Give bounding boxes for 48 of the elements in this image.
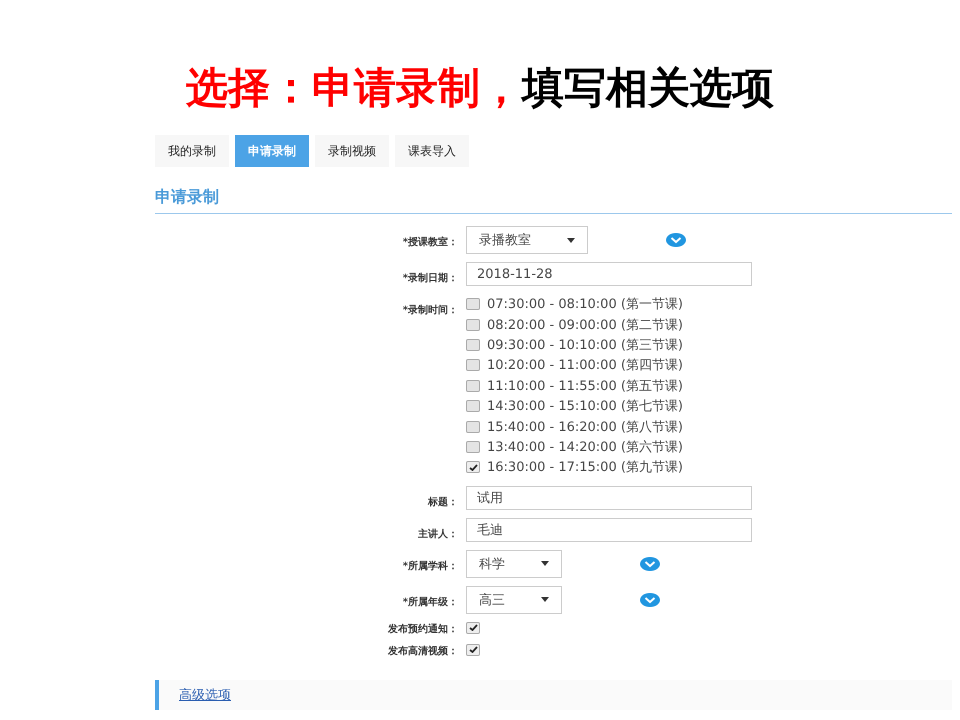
checkbox[interactable] [466, 420, 480, 433]
time-slot-label: 08:20:00 - 09:00:00 (第二节课) [487, 316, 684, 334]
chevron-down-icon[interactable] [666, 233, 686, 247]
checkbox[interactable] [466, 318, 480, 331]
checkbox[interactable] [466, 644, 480, 656]
field-label: 主讲人： [418, 527, 458, 541]
caret-icon [541, 561, 549, 566]
chevron-down-icon[interactable] [640, 592, 660, 607]
dropdown[interactable]: 科学 [466, 550, 562, 578]
field-label: *录制时间： [402, 304, 458, 317]
checkbox[interactable] [466, 400, 480, 412]
field-label: 标题： [428, 496, 458, 509]
time-slot-label: 09:30:00 - 10:10:00 (第三节课) [487, 336, 684, 354]
checkbox[interactable] [466, 622, 480, 634]
dropdown[interactable]: 录播教室 [466, 226, 588, 254]
checkbox[interactable] [466, 440, 480, 453]
field-label: *所属学科： [402, 560, 458, 573]
input-field[interactable]: 毛迪 [466, 518, 752, 542]
chevron-down-icon[interactable] [640, 556, 660, 571]
input-field[interactable]: 试用 [466, 486, 752, 510]
field-label: *录制日期： [402, 272, 458, 285]
slide-title: 填写相关选项 [522, 62, 774, 114]
time-slot-label: 14:30:00 - 15:10:00 (第七节课) [487, 398, 684, 416]
time-slot-label: 11:10:00 - 11:55:00 (第五节课) [487, 378, 684, 395]
time-slot-label: 15:40:00 - 16:20:00 (第八节课) [487, 418, 684, 436]
tab[interactable]: 课表导入 [395, 135, 469, 167]
checkbox[interactable] [466, 338, 480, 351]
time-slot-label: 10:20:00 - 11:00:00 (第四节课) [487, 357, 684, 374]
checkbox[interactable] [466, 359, 480, 372]
checkbox[interactable] [466, 298, 480, 310]
field-label: *授课教室： [402, 235, 458, 249]
time-slot-label: 16:30:00 - 17:15:00 (第九节课) [487, 459, 684, 476]
field-label: 发布高清视频： [388, 644, 458, 658]
section-title: 申请录制 [155, 187, 952, 214]
dropdown[interactable]: 高三 [466, 586, 562, 614]
field-label: 发布预约通知： [388, 622, 458, 636]
input-field[interactable]: 2018-11-28 [466, 262, 752, 286]
time-slot-label: 13:40:00 - 14:20:00 (第六节课) [487, 438, 684, 456]
time-slot-label: 07:30:00 - 08:10:00 (第一节课) [487, 296, 684, 314]
checkbox[interactable] [466, 461, 480, 474]
checkbox[interactable] [466, 380, 480, 392]
advanced-options-link[interactable]: 高级选项 [179, 686, 231, 704]
field-label: *所属年级： [402, 596, 458, 609]
slide-title: 选择：申请录制， [186, 62, 522, 114]
tab[interactable]: 录制视频 [315, 135, 389, 167]
caret-icon [541, 597, 549, 602]
tab[interactable]: 我的录制 [155, 135, 229, 167]
caret-icon [567, 238, 575, 242]
